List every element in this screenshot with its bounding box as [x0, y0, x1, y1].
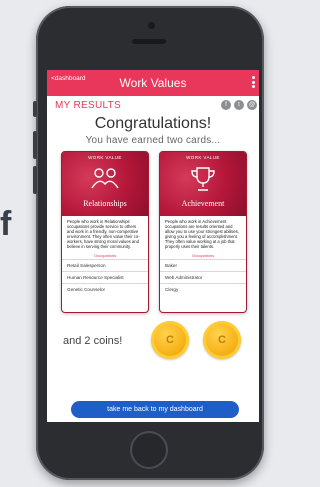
volume-down-button	[33, 166, 37, 194]
card-achievement[interactable]: WORK VALUE Achievement People who work i…	[159, 151, 247, 313]
congratulations-heading: Congratulations!	[94, 115, 212, 132]
results-header: MY RESULTS f t @	[47, 96, 259, 113]
app-title: Work Values	[119, 76, 187, 90]
card-description: People who work in Relationships occupat…	[67, 219, 140, 249]
email-icon[interactable]: @	[247, 100, 257, 110]
occupation-item: Baker	[160, 259, 246, 271]
home-button	[130, 431, 168, 469]
card-name: Relationships	[83, 199, 127, 208]
occupation-item: Genetic Counselor	[62, 283, 148, 295]
card-description: People who work in Achievement occupatio…	[165, 219, 240, 249]
coins-label: and 2 coins!	[63, 335, 123, 347]
trophy-icon	[191, 167, 215, 191]
people-icon	[91, 168, 119, 189]
card-header: WORK VALUE Achievement	[160, 152, 246, 216]
coins-row: and 2 coins! C C	[47, 319, 259, 367]
more-menu-icon[interactable]	[252, 76, 255, 88]
my-results-heading: MY RESULTS	[55, 100, 121, 111]
coin-icon: C	[203, 321, 241, 359]
coin-icon: C	[151, 321, 189, 359]
share-icons: f t @	[221, 100, 257, 110]
card-tag: WORK VALUE	[88, 155, 122, 160]
occupation-item: Web Administrator	[160, 271, 246, 283]
occupation-item: Retail Salesperson	[62, 259, 148, 271]
mute-switch	[33, 101, 37, 117]
occupation-item: Human Resource Specialist	[62, 271, 148, 283]
card-tag: WORK VALUE	[186, 155, 220, 160]
earpiece-speaker	[132, 39, 166, 44]
occupations-label: Occupations	[93, 253, 117, 258]
occupation-item: Clergy	[160, 283, 246, 295]
phone-frame: <dashboard Work Values MY RESULTS f t @ …	[33, 6, 264, 480]
background-letter: f	[0, 205, 12, 243]
card-relationships[interactable]: WORK VALUE Relationships People who work…	[61, 151, 149, 313]
earned-cards-text: You have earned two cards...	[85, 135, 221, 146]
volume-up-button	[33, 131, 37, 159]
front-camera	[148, 22, 155, 29]
facebook-icon[interactable]: f	[221, 100, 231, 110]
twitter-icon[interactable]: t	[234, 100, 244, 110]
app-screen: <dashboard Work Values MY RESULTS f t @ …	[47, 70, 259, 422]
card-name: Achievement	[181, 199, 225, 208]
card-header: WORK VALUE Relationships	[62, 152, 148, 216]
occupations-label: Occupations	[191, 253, 215, 258]
top-bar: <dashboard Work Values	[47, 70, 259, 96]
back-to-dashboard-button[interactable]: take me back to my dashboard	[71, 401, 239, 418]
earned-cards: WORK VALUE Relationships People who work…	[47, 151, 259, 313]
